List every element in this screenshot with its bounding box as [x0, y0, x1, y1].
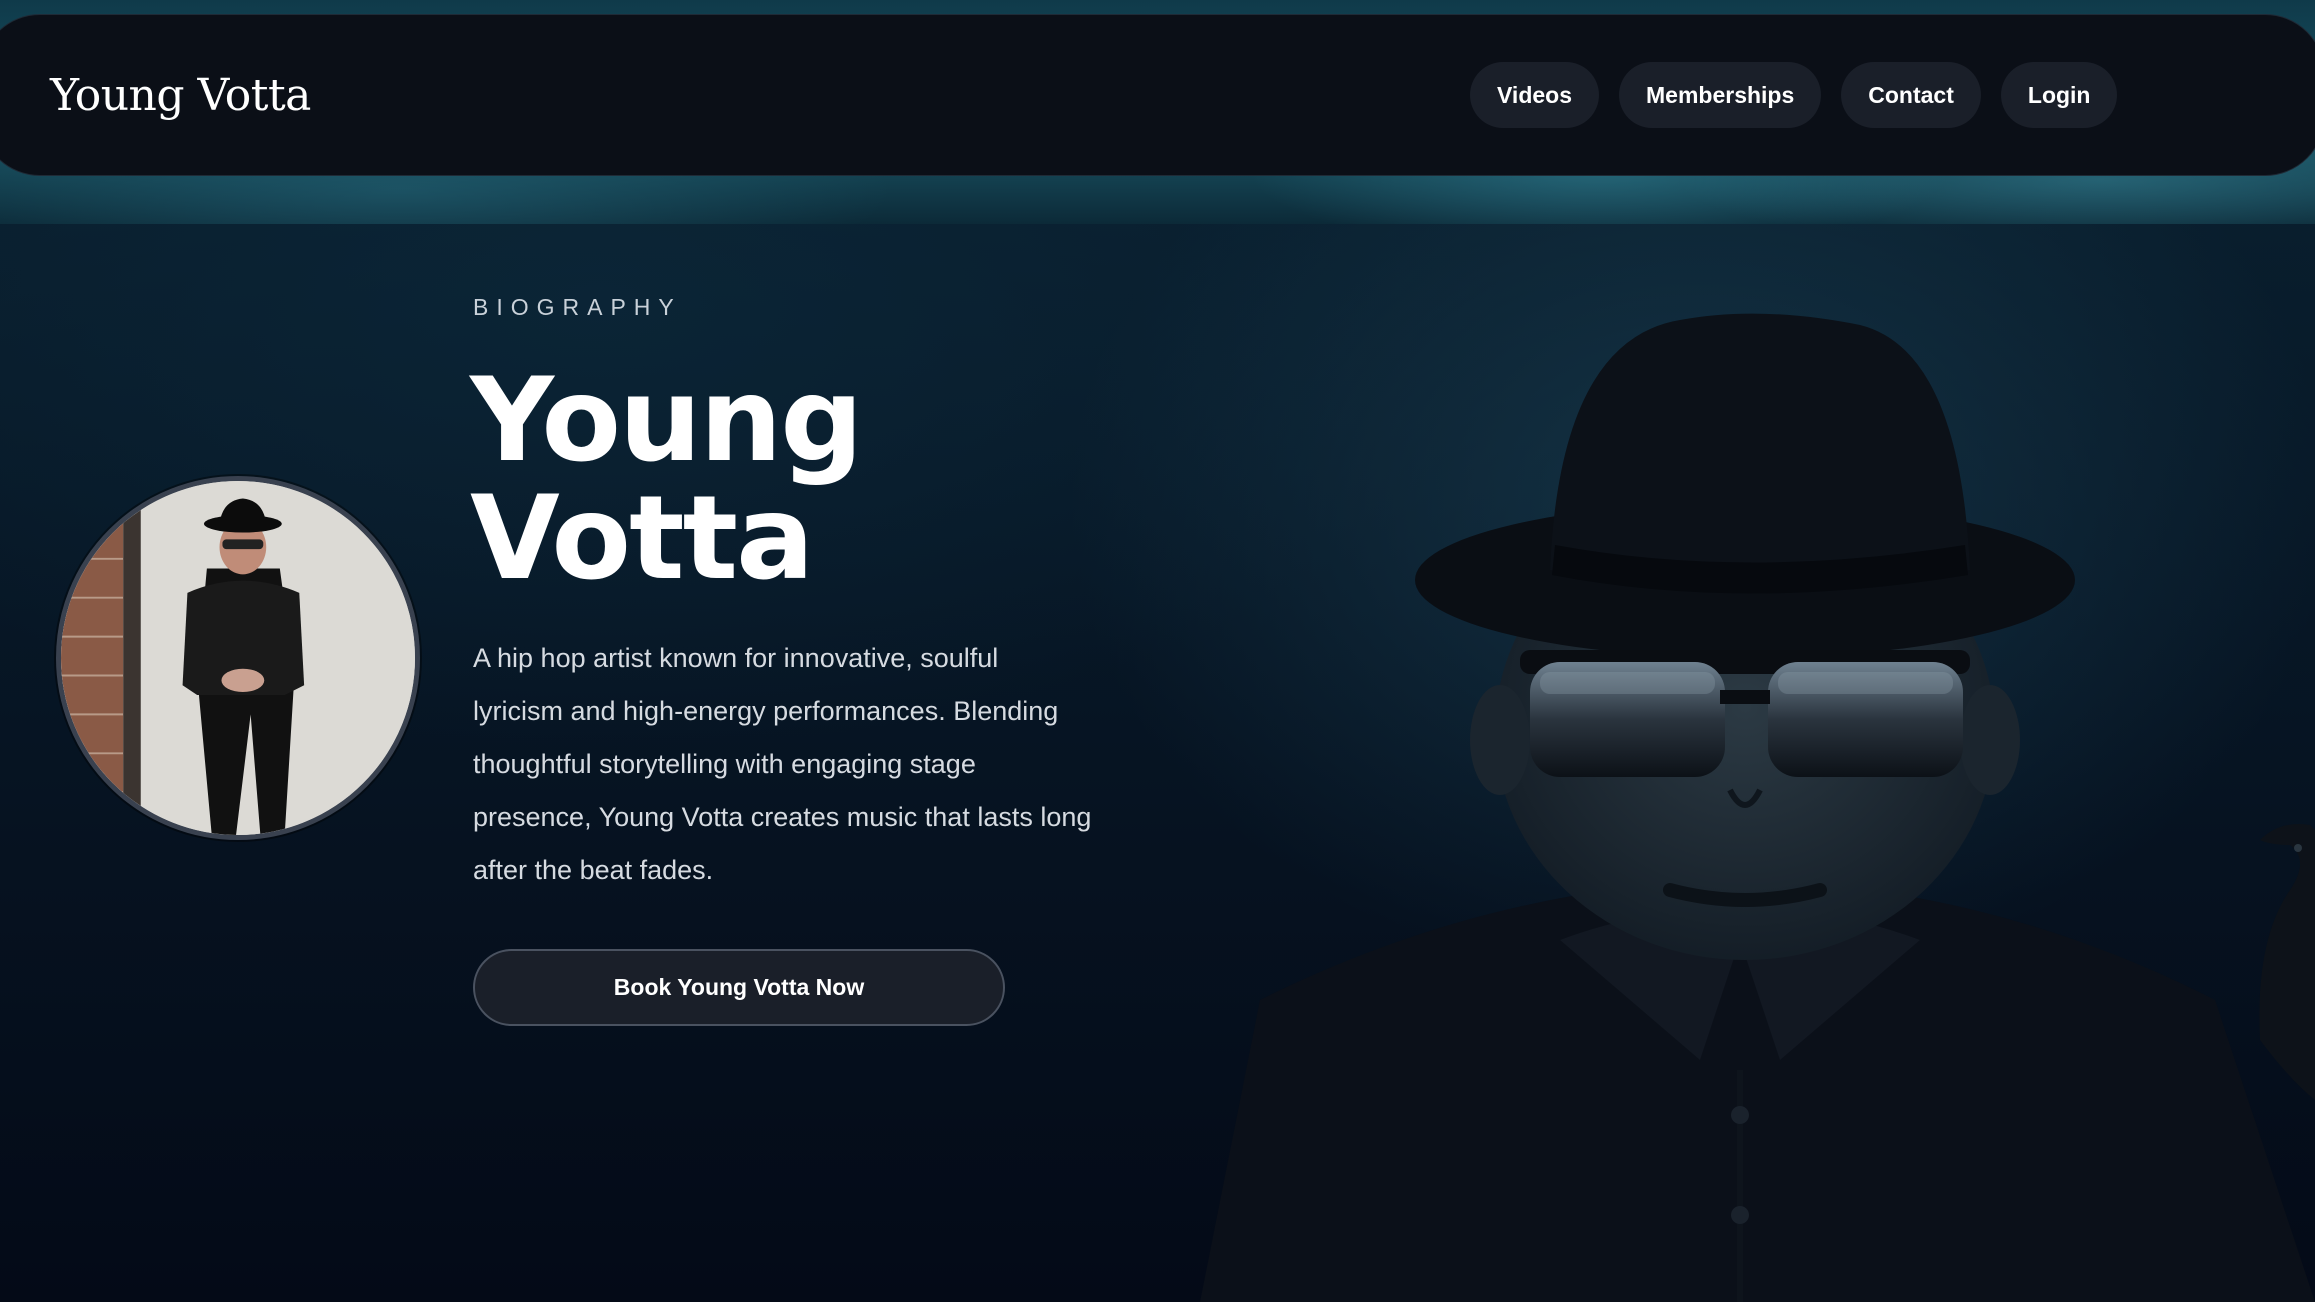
nav-login-button[interactable]: Login — [2000, 62, 2118, 128]
book-now-button[interactable]: Book Young Votta Now — [473, 949, 1005, 1026]
artist-name-heading: Young Votta — [470, 362, 1170, 598]
artist-portrait — [56, 476, 420, 840]
hero-background-photo — [1200, 313, 2315, 1302]
artist-name-line-2: Votta — [470, 471, 814, 606]
section-eyebrow: BIOGRAPHY — [473, 294, 682, 320]
artist-photo — [61, 481, 415, 835]
page: Young Votta Videos Memberships Contact L… — [0, 0, 2315, 1302]
site-logo[interactable]: Young Votta — [50, 66, 311, 126]
nav-links: Videos Memberships Contact Login — [1470, 62, 2118, 128]
nav-memberships-button[interactable]: Memberships — [1619, 62, 1822, 128]
artist-name-line-1: Young — [470, 353, 863, 488]
nav-videos-button[interactable]: Videos — [1470, 62, 1599, 128]
artist-biography: A hip hop artist known for innovative, s… — [473, 643, 1092, 885]
nav-contact-button[interactable]: Contact — [1841, 62, 1981, 128]
